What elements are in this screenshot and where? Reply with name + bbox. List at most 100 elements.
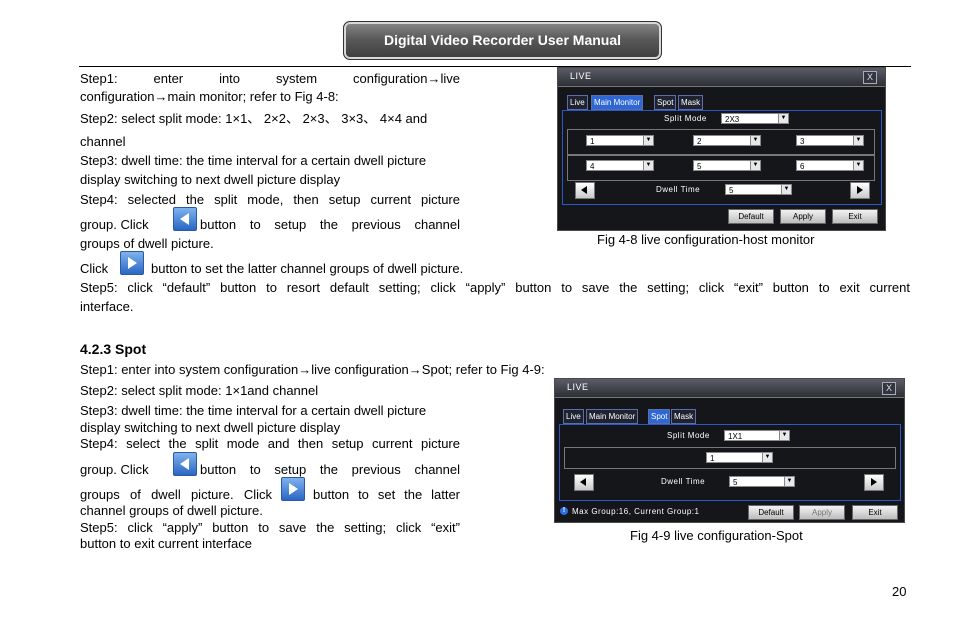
arrow-left-icon bbox=[180, 213, 189, 225]
close-icon[interactable]: X bbox=[882, 382, 896, 395]
channel-select-6[interactable]: 6 ▼ bbox=[796, 160, 864, 171]
default-button[interactable]: Default bbox=[748, 505, 794, 520]
chevron-down-icon: ▼ bbox=[762, 453, 772, 462]
exit-button[interactable]: Exit bbox=[852, 505, 898, 520]
panel-title: LIVE bbox=[567, 382, 589, 392]
channel-value-2: 2 bbox=[697, 137, 702, 146]
s1-step2-line1: Step2: select split mode: 1×1、 2×2、 2×3、… bbox=[80, 111, 428, 126]
chevron-down-icon: ▼ bbox=[643, 136, 653, 145]
s1-step4-line3: groups of dwell picture. bbox=[80, 236, 214, 251]
prev-page-button[interactable] bbox=[574, 474, 594, 491]
split-mode-select[interactable]: 2X3 ▼ bbox=[721, 113, 789, 124]
arrow-right-icon bbox=[857, 186, 863, 194]
dwell-time-label: Dwell Time bbox=[656, 185, 701, 194]
s1-step5-line1: Step5: click “default” button to resort … bbox=[80, 280, 910, 295]
split-mode-label: Split Mode bbox=[667, 431, 710, 440]
s2-step5-line1: Step5: click “apply” button to save the … bbox=[80, 520, 460, 535]
group-info: Max Group:16, Current Group:1 bbox=[572, 507, 700, 516]
channel-value-3: 3 bbox=[800, 137, 805, 146]
s1-step5-line2: interface. bbox=[80, 299, 134, 314]
dwell-time-value: 5 bbox=[729, 186, 734, 195]
chevron-down-icon: ▼ bbox=[781, 185, 791, 194]
panel-titlebar: LIVE X bbox=[555, 379, 904, 398]
channel-select-4[interactable]: 4 ▼ bbox=[586, 160, 654, 171]
apply-button[interactable]: Apply bbox=[799, 505, 845, 520]
s1-step4-line1: Step4: selected the split mode, then set… bbox=[80, 192, 460, 207]
default-button[interactable]: Default bbox=[728, 209, 774, 224]
split-mode-value: 1X1 bbox=[728, 432, 743, 441]
channel-value-5: 5 bbox=[697, 162, 702, 171]
dwell-time-label: Dwell Time bbox=[661, 477, 706, 486]
chevron-down-icon: ▼ bbox=[778, 114, 788, 123]
s1-step1-line1: Step1: enter into system configuration→l… bbox=[80, 71, 460, 86]
tab-main-monitor[interactable]: Main Monitor bbox=[586, 409, 639, 424]
tab-mask[interactable]: Mask bbox=[678, 95, 704, 110]
s2-step4-line2: button to setup the previous channel bbox=[200, 462, 460, 477]
dwell-time-select[interactable]: 5 ▼ bbox=[729, 476, 795, 487]
channel-select-5[interactable]: 5 ▼ bbox=[693, 160, 761, 171]
split-mode-select[interactable]: 1X1 ▼ bbox=[724, 430, 790, 441]
exit-button[interactable]: Exit bbox=[832, 209, 878, 224]
s1-step4-line2: button to setup the previous channel bbox=[200, 217, 460, 232]
next-group-button[interactable] bbox=[120, 251, 144, 275]
channel-select-1[interactable]: 1 ▼ bbox=[586, 135, 654, 146]
s1-step3-line1: Step3: dwell time: the time interval for… bbox=[80, 153, 427, 168]
s1-step3-line2: display switching to next dwell picture … bbox=[80, 172, 341, 187]
panel-titlebar: LIVE X bbox=[558, 68, 885, 87]
chevron-down-icon: ▼ bbox=[750, 136, 760, 145]
arrow-right-icon bbox=[289, 483, 298, 495]
s2-step4-line1: Step4: select the split mode and then se… bbox=[80, 436, 460, 451]
tab-spot[interactable]: Spot bbox=[648, 409, 671, 424]
s2-step1: Step1: enter into system configuration→l… bbox=[80, 362, 545, 377]
tab-live[interactable]: Live bbox=[563, 409, 584, 424]
fig-4-9-caption: Fig 4-9 live configuration-Spot bbox=[630, 528, 803, 543]
channel-select-2[interactable]: 2 ▼ bbox=[693, 135, 761, 146]
tab-mask[interactable]: Mask bbox=[671, 409, 697, 424]
chevron-down-icon: ▼ bbox=[750, 161, 760, 170]
page-number: 20 bbox=[892, 584, 907, 599]
channel-value-6: 6 bbox=[800, 162, 805, 171]
dwell-time-select[interactable]: 5 ▼ bbox=[725, 184, 792, 195]
tab-live[interactable]: Live bbox=[567, 95, 588, 110]
channel-value-1: 1 bbox=[590, 137, 595, 146]
s2-step4-line4: channel groups of dwell picture. bbox=[80, 503, 263, 518]
live-config-panel-spot: LIVE X Live Main Monitor Spot Mask Split… bbox=[554, 378, 905, 523]
arrow-right-icon bbox=[871, 478, 877, 486]
info-icon: ! bbox=[560, 507, 568, 515]
apply-button[interactable]: Apply bbox=[780, 209, 826, 224]
section-heading: 4.2.3 Spot bbox=[80, 341, 147, 357]
panel-title: LIVE bbox=[570, 71, 592, 81]
s2-step3-line2: display switching to next dwell picture … bbox=[80, 420, 341, 435]
chevron-down-icon: ▼ bbox=[853, 161, 863, 170]
prev-page-button[interactable] bbox=[575, 182, 595, 199]
s2-step4-line3-end: button to set the latter bbox=[313, 487, 460, 502]
s1-click-text: button to set the latter channel groups … bbox=[151, 261, 464, 276]
channel-value-4: 4 bbox=[590, 162, 595, 171]
fig-4-8-caption: Fig 4-8 live configuration-host monitor bbox=[597, 232, 815, 247]
chevron-down-icon: ▼ bbox=[643, 161, 653, 170]
prev-group-button[interactable] bbox=[173, 207, 197, 231]
close-icon[interactable]: X bbox=[863, 71, 877, 84]
next-page-button[interactable] bbox=[850, 182, 870, 199]
chevron-down-icon: ▼ bbox=[853, 136, 863, 145]
s2-step5-line2: button to exit current interface bbox=[80, 536, 252, 551]
next-group-button[interactable] bbox=[281, 477, 305, 501]
chevron-down-icon: ▼ bbox=[784, 477, 794, 486]
tab-main-monitor[interactable]: Main Monitor bbox=[591, 95, 644, 110]
channel-value: 1 bbox=[710, 454, 715, 463]
dwell-time-value: 5 bbox=[733, 478, 738, 487]
arrow-left-icon bbox=[180, 458, 189, 470]
manual-title: Digital Video Recorder User Manual bbox=[343, 21, 662, 60]
s1-step2-line2: channel bbox=[80, 134, 126, 149]
channel-select-3[interactable]: 3 ▼ bbox=[796, 135, 864, 146]
s2-step3-line1: Step3: dwell time: the time interval for… bbox=[80, 403, 427, 418]
split-mode-label: Split Mode bbox=[664, 114, 707, 123]
next-page-button[interactable] bbox=[864, 474, 884, 491]
s1-step4-click-label: group. Click bbox=[80, 217, 149, 232]
tab-spot[interactable]: Spot bbox=[654, 95, 677, 110]
s2-step2: Step2: select split mode: 1×1and channel bbox=[80, 383, 319, 398]
s1-step1-line2: configuration→main monitor; refer to Fig… bbox=[80, 89, 339, 104]
prev-group-button[interactable] bbox=[173, 452, 197, 476]
channel-select[interactable]: 1 ▼ bbox=[706, 452, 773, 463]
s2-step4-line3: groups of dwell picture. Click bbox=[80, 487, 272, 502]
